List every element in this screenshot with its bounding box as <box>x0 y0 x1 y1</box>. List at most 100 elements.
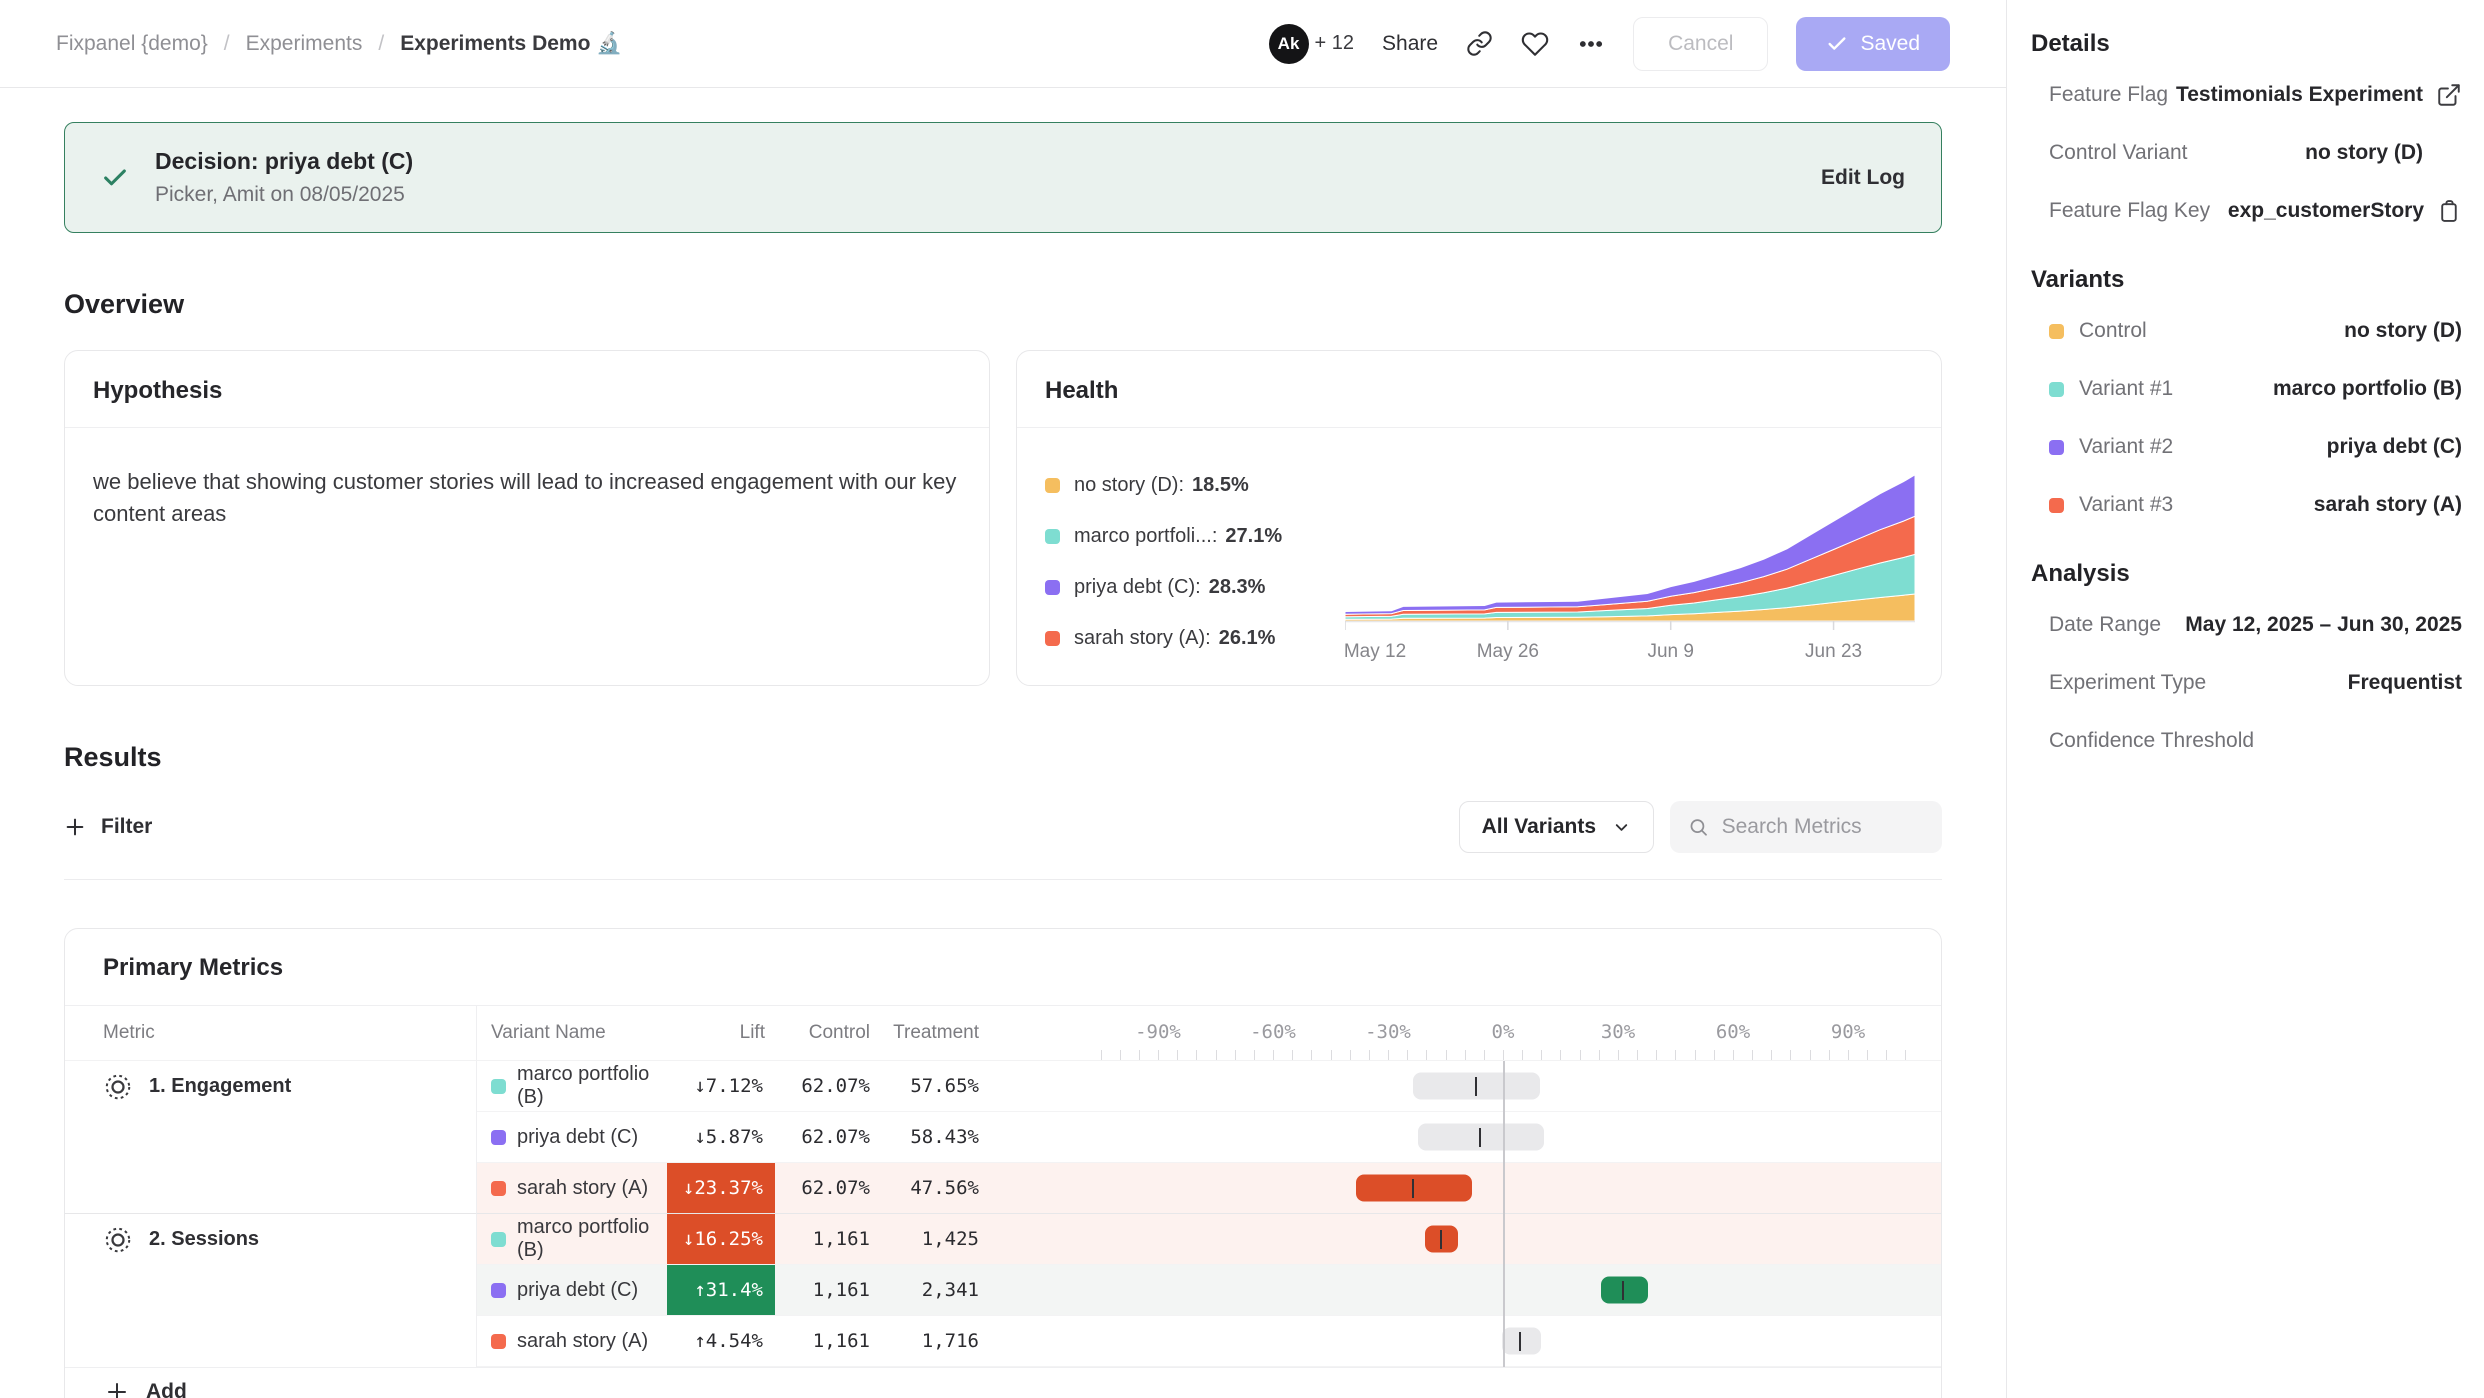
legend-item: no story (D): 18.5% <box>1045 474 1345 497</box>
health-card: Health no story (D): 18.5% marco portfol… <box>1016 350 1942 686</box>
lift-cell: ↑31.4% <box>667 1265 775 1316</box>
experiment-page: Fixpanel {demo} / Experiments / Experime… <box>0 0 2484 1398</box>
metric-target-icon <box>103 1225 133 1255</box>
axis-tick <box>1311 1050 1312 1060</box>
axis-tick <box>1350 1050 1351 1060</box>
treatment-cell: 47.56% <box>880 1163 989 1214</box>
details-heading: Details <box>2031 30 2462 58</box>
copy-link-icon[interactable] <box>1466 30 1493 57</box>
control-cell: 62.07% <box>775 1061 880 1112</box>
cancel-button[interactable]: Cancel <box>1633 17 1768 71</box>
axis-tick <box>1541 1050 1542 1060</box>
axis-tick <box>1675 1050 1676 1060</box>
hypothesis-body: we believe that showing customer stories… <box>65 428 989 568</box>
copy-icon[interactable] <box>2437 199 2462 224</box>
breadcrumb-project[interactable]: Fixpanel {demo} <box>56 32 208 56</box>
add-metric-button[interactable]: Add <box>65 1367 1941 1398</box>
variant-swatch-icon <box>2049 382 2064 397</box>
breadcrumb-current: Experiments Demo 🔬 <box>400 32 622 56</box>
results-heading: Results <box>64 742 1942 773</box>
ci-plot-cell <box>989 1316 1941 1367</box>
legend-item: marco portfoli...: 27.1% <box>1045 525 1345 548</box>
variant-swatch-icon <box>491 1079 506 1094</box>
variant-cell: marco portfolio (B) <box>477 1214 667 1265</box>
health-x-label: May 26 <box>1477 641 1539 663</box>
axis-tick <box>1484 1050 1485 1060</box>
breadcrumb-section[interactable]: Experiments <box>246 32 363 56</box>
axis-tick-label: -90% <box>1135 1021 1181 1043</box>
confidence-interval-bar <box>1418 1124 1544 1151</box>
lift-axis-header: -90%-60%-30%0%30%60%90% <box>989 1006 1941 1061</box>
more-options-icon[interactable] <box>1577 30 1605 58</box>
check-icon <box>101 164 129 192</box>
axis-tick <box>1446 1050 1447 1060</box>
saved-button-label: Saved <box>1860 32 1920 56</box>
external-link-icon[interactable] <box>2436 82 2462 108</box>
axis-tick-label: 30% <box>1601 1021 1635 1043</box>
lift-marker <box>1440 1230 1442 1249</box>
share-button[interactable]: Share <box>1382 32 1438 56</box>
primary-metrics-grid: Metric Variant Name Lift Control Treatme… <box>65 1005 1941 1398</box>
details-sidebar: Details Feature Flag Testimonials Experi… <box>2006 0 2484 1398</box>
metric-row-sessions[interactable]: 2. Sessions <box>65 1214 477 1367</box>
variant-swatch-icon <box>491 1130 506 1145</box>
axis-tick <box>1120 1050 1121 1060</box>
lift-cell: ↓16.25% <box>667 1214 775 1265</box>
axis-tick <box>1196 1050 1197 1060</box>
ci-plot-cell <box>989 1265 1941 1316</box>
axis-tick-label: -60% <box>1250 1021 1296 1043</box>
zero-axis-line <box>1503 1061 1505 1367</box>
lift-cell: ↓23.37% <box>667 1163 775 1214</box>
add-filter-button[interactable]: Filter <box>64 815 152 839</box>
detail-row-feature-flag: Feature Flag Testimonials Experiment <box>2031 66 2462 124</box>
health-x-label: Jun 9 <box>1647 641 1693 663</box>
topbar-actions: Ak + 12 Share Cancel Saved <box>1269 17 1950 71</box>
decision-texts: Decision: priya debt (C) Picker, Amit on… <box>155 148 413 207</box>
ci-plot-cell <box>989 1061 1941 1112</box>
legend-value: 18.5% <box>1192 474 1249 497</box>
variant-cell: priya debt (C) <box>477 1265 667 1316</box>
decision-subtitle: Picker, Amit on 08/05/2025 <box>155 183 413 207</box>
variants-dropdown[interactable]: All Variants <box>1459 801 1654 853</box>
add-metric-label: Add <box>146 1380 187 1398</box>
collaborators: Ak + 12 <box>1269 24 1354 64</box>
lift-marker <box>1475 1077 1477 1096</box>
saved-button[interactable]: Saved <box>1796 17 1950 71</box>
check-icon <box>1826 33 1848 55</box>
results-toolbar: Filter All Variants <box>64 801 1942 853</box>
legend-swatch-icon <box>1045 631 1060 646</box>
hypothesis-title: Hypothesis <box>65 351 989 428</box>
health-stacked-area-chart: May 12May 26Jun 9Jun 23 <box>1345 442 1915 669</box>
overview-cards: Hypothesis we believe that showing custo… <box>64 350 1942 686</box>
topbar: Fixpanel {demo} / Experiments / Experime… <box>0 0 2006 88</box>
confidence-interval-bar <box>1356 1175 1472 1202</box>
axis-tick <box>1637 1050 1638 1060</box>
favorite-heart-icon[interactable] <box>1521 30 1549 58</box>
confidence-interval-bar <box>1413 1073 1540 1100</box>
axis-tick <box>1829 1050 1830 1060</box>
legend-value: 28.3% <box>1209 576 1266 599</box>
variant-cell: sarah story (A) <box>477 1316 667 1367</box>
avatar[interactable]: Ak <box>1269 24 1309 64</box>
scroll-area: Decision: priya debt (C) Picker, Amit on… <box>0 122 2006 1398</box>
legend-swatch-icon <box>1045 478 1060 493</box>
search-icon <box>1688 815 1709 839</box>
details-section: Details Feature Flag Testimonials Experi… <box>2031 30 2462 240</box>
axis-tick <box>1139 1050 1140 1060</box>
axis-tick <box>1656 1050 1657 1060</box>
detail-row-feature-flag-key: Feature Flag Key exp_customerStory <box>2031 182 2462 240</box>
health-legend: no story (D): 18.5% marco portfoli...: 2… <box>1045 442 1345 669</box>
axis-tick <box>1158 1050 1159 1060</box>
health-x-label: Jun 23 <box>1805 641 1862 663</box>
decision-banner: Decision: priya debt (C) Picker, Amit on… <box>64 122 1942 233</box>
column-header-metric: Metric <box>65 1006 477 1061</box>
axis-tick <box>1580 1050 1581 1060</box>
search-metrics-input[interactable] <box>1722 815 1924 839</box>
variant-row-2: Variant #2 priya debt (C) <box>2031 418 2462 476</box>
axis-tick <box>1522 1050 1523 1060</box>
edit-log-button[interactable]: Edit Log <box>1821 166 1905 190</box>
analysis-section: Analysis Date Range May 12, 2025 – Jun 3… <box>2031 560 2462 770</box>
metric-row-engagement[interactable]: 1. Engagement <box>65 1061 477 1214</box>
axis-tick <box>1388 1050 1389 1060</box>
legend-item: sarah story (A): 26.1% <box>1045 627 1345 650</box>
